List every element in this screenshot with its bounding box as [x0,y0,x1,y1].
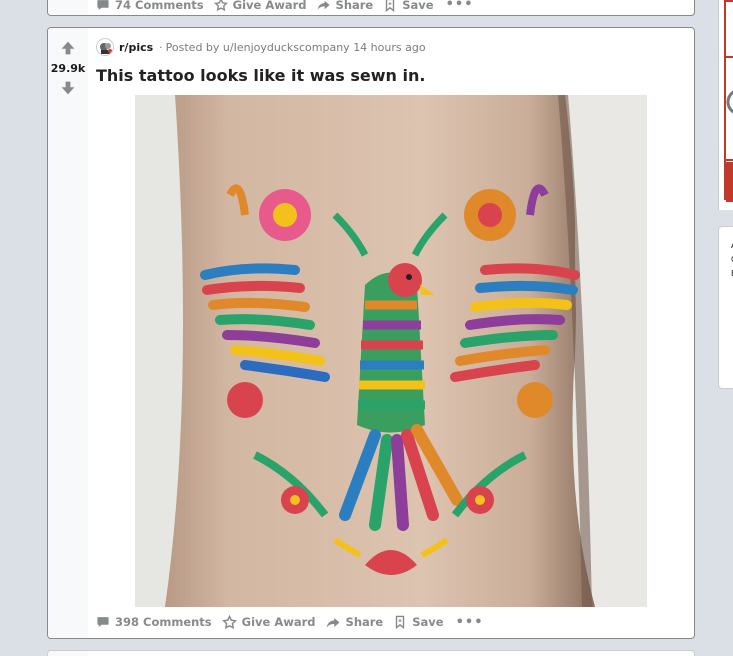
bookmark-icon [386,0,395,12]
give-award-button[interactable]: Give Award [221,614,316,630]
give-award-label: Give Award [232,0,307,12]
share-button[interactable]: Share [317,0,374,12]
posted-by-label: Posted by [165,40,220,54]
vote-column: 29.9k [48,28,88,638]
sidebar-widget-community: A C E [718,226,733,389]
save-button[interactable]: Save [383,0,434,12]
tattoo-photo [135,95,647,607]
post-actions-bar: 398 Comments Give Award Share Save ••• [96,614,484,630]
post-title[interactable]: This tattoo looks like it was sewn in. [96,66,425,85]
post-card[interactable]: 29.9k r/pics · Posted by u/Ienjoyducksco… [47,27,695,639]
subreddit-link[interactable]: r/pics [119,41,153,54]
share-arrow-icon [317,0,330,10]
post-actions-bar: 74 Comments Give Award Share Save ••• [96,0,474,12]
comment-bubble-icon [97,617,109,627]
upvote-arrow-icon[interactable] [60,40,76,56]
previous-post-card: 74 Comments Give Award Share Save ••• [47,0,695,16]
comments-label: 74 Comments [115,0,204,12]
more-options-button[interactable]: ••• [446,0,474,12]
sidebar-promo-banner[interactable] [724,0,733,202]
save-button[interactable]: Save [393,614,444,630]
post-timestamp[interactable]: 14 hours ago [353,41,425,54]
save-label: Save [402,0,434,12]
subreddit-logo-icon [98,40,113,55]
downvote-arrow-icon[interactable] [60,80,76,96]
save-label: Save [412,615,444,629]
next-post-card [47,650,695,656]
give-award-label: Give Award [241,615,316,629]
post-meta: r/pics · Posted by u/Ienjoyduckscompany … [96,38,426,56]
subreddit-avatar[interactable] [96,38,114,56]
comment-bubble-icon [97,0,109,10]
author-link[interactable]: u/Ienjoyduckscompany [223,41,350,54]
share-label: Share [335,0,374,12]
share-label: Share [345,615,384,629]
give-award-button[interactable]: Give Award [213,0,307,12]
promo-graphic [726,56,733,202]
share-button[interactable]: Share [326,615,384,630]
comments-label: 398 Comments [115,615,212,629]
award-icon [213,0,228,11]
post-image[interactable] [135,95,647,607]
award-icon [221,614,237,629]
vote-score: 29.9k [50,62,86,75]
meta-separator: · [159,40,163,54]
vote-column [48,651,88,656]
comments-button[interactable]: 398 Comments [96,615,212,629]
share-arrow-icon [326,617,340,628]
comments-button[interactable]: 74 Comments [96,0,204,12]
vote-column [48,0,88,15]
bookmark-icon [396,615,405,630]
more-options-button[interactable]: ••• [456,615,484,630]
